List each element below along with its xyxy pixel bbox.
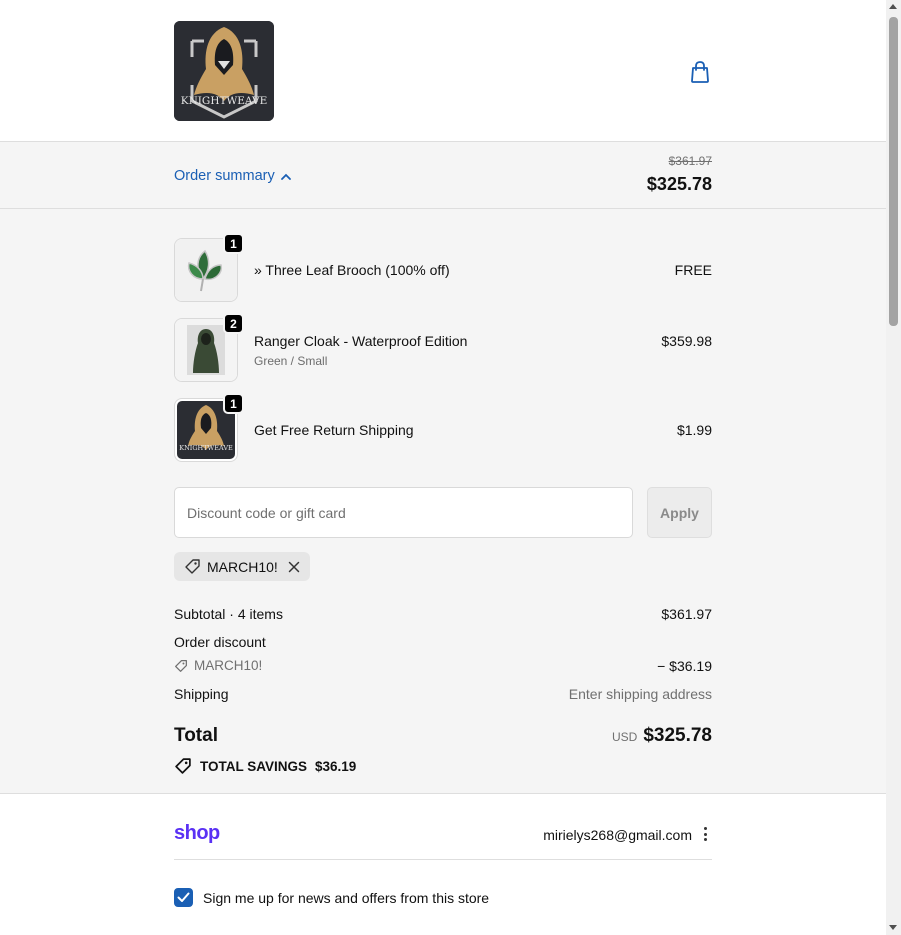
total-amount: USD $325.78 — [612, 725, 712, 747]
tag-icon — [175, 758, 191, 774]
shopping-bag-icon — [691, 61, 709, 83]
order-summary-label: Order summary — [174, 168, 275, 184]
item-variant: Green / Small — [254, 354, 328, 368]
total-label: Total — [174, 725, 218, 746]
newsletter-checkbox[interactable] — [174, 888, 193, 907]
applied-discount-code: MARCH10! — [207, 558, 278, 575]
line-item: KNIGHTWEAVE 1 Get Free Return Shipping $… — [174, 393, 712, 462]
subtotal-value: $361.97 — [661, 606, 712, 622]
order-summary-bar — [0, 142, 886, 209]
shipping-value: Enter shipping address — [568, 686, 712, 702]
applied-discount-chip: MARCH10! — [174, 552, 310, 581]
checkmark-icon — [177, 892, 190, 902]
current-price: $325.78 — [646, 174, 712, 194]
account-email: mirielys268@gmail.com — [543, 827, 692, 843]
item-name: Get Free Return Shipping — [254, 422, 414, 438]
order-discount-code: MARCH10! — [174, 658, 262, 673]
chevron-up-icon — [280, 173, 291, 180]
newsletter-opt-in[interactable]: Sign me up for news and offers from this… — [174, 888, 489, 907]
divider — [174, 859, 712, 860]
logo-text: KNIGHTWEAVE — [181, 95, 268, 107]
order-summary-toggle[interactable]: Order summary — [174, 166, 291, 186]
total-value: $325.78 — [643, 725, 712, 746]
item-price: $1.99 — [676, 422, 712, 438]
remove-discount-button[interactable] — [288, 561, 300, 573]
scrollbar-thumb[interactable] — [889, 17, 898, 326]
item-name: Ranger Cloak - Waterproof Edition — [254, 333, 468, 349]
total-savings-label: TOTAL SAVINGS — [200, 758, 308, 774]
cart-button[interactable] — [686, 58, 714, 86]
order-discount-value: − $36.19 — [657, 658, 712, 674]
apply-button[interactable]: Apply — [647, 487, 712, 538]
store-logo[interactable]: KNIGHTWEAVE — [174, 21, 274, 121]
more-options-icon[interactable] — [700, 824, 710, 844]
shop-pay-logo: shop — [174, 822, 220, 844]
logo-text: KNIGHTWEAVE — [179, 444, 233, 452]
subtotal-label: Subtotal · 4 items — [174, 606, 283, 622]
scroll-down-arrow-icon[interactable] — [889, 925, 897, 930]
line-item: 1 » Three Leaf Brooch (100% off) FREE — [174, 233, 712, 302]
original-price: $361.97 — [668, 154, 712, 168]
total-savings-value: $36.19 — [315, 758, 357, 774]
vertical-scrollbar[interactable] — [886, 0, 901, 935]
shipping-label: Shipping — [174, 686, 229, 702]
quantity-badge: 1 — [223, 393, 244, 414]
header: KNIGHTWEAVE — [0, 0, 886, 142]
checkout-page: KNIGHTWEAVE Order summary $361.97 $325.7… — [0, 0, 886, 935]
total-savings: TOTAL SAVINGS $36.19 — [174, 757, 356, 775]
tag-icon — [175, 659, 187, 672]
scroll-up-arrow-icon[interactable] — [889, 4, 897, 9]
item-price: FREE — [674, 262, 712, 278]
order-discount-label: Order discount — [174, 634, 266, 650]
item-price: $359.98 — [661, 333, 712, 349]
quantity-badge: 1 — [223, 233, 244, 254]
discount-code-input[interactable]: Discount code or gift card — [174, 487, 633, 538]
currency-code: USD — [611, 730, 638, 744]
tag-icon — [185, 559, 200, 574]
item-name: » Three Leaf Brooch (100% off) — [254, 262, 450, 278]
line-item: 2 Ranger Cloak - Waterproof Edition Gree… — [174, 313, 712, 382]
quantity-badge: 2 — [223, 313, 244, 334]
close-icon — [288, 561, 300, 572]
newsletter-label: Sign me up for news and offers from this… — [203, 889, 490, 906]
order-discount-code-text: MARCH10! — [194, 658, 263, 673]
